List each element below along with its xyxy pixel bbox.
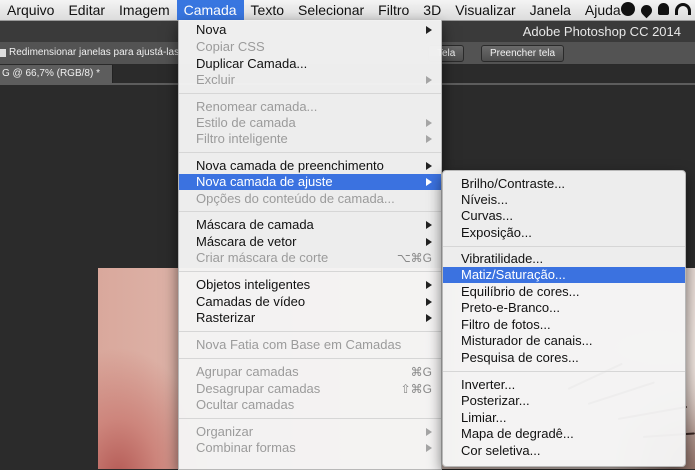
- menu-editar[interactable]: Editar: [61, 0, 112, 20]
- menu-separator: [443, 246, 685, 247]
- menu-separator: [179, 358, 441, 359]
- submenu-arrow-icon: [426, 76, 432, 84]
- menu-item-objetos-inteligentes[interactable]: Objetos inteligentes: [179, 277, 441, 293]
- submenu-item-equilibrio-cores[interactable]: Equilíbrio de cores...: [443, 284, 685, 300]
- menu-bar: Arquivo Editar Imagem Camada Texto Selec…: [0, 0, 695, 21]
- submenu-arrow-icon: [426, 178, 432, 186]
- submenu-item-exposicao[interactable]: Exposição...: [443, 225, 685, 241]
- submenu-item-inverter[interactable]: Inverter...: [443, 377, 685, 393]
- submenu-item-limiar[interactable]: Limiar...: [443, 410, 685, 426]
- shortcut-label: ⌘G: [410, 365, 432, 379]
- menu-item-ocultar-camadas: Ocultar camadas: [196, 397, 295, 412]
- submenu-arrow-icon: [426, 314, 432, 322]
- menu-item-copiar-css: Copiar CSS: [196, 39, 265, 54]
- menu-item-estilo-de-camada: Estilo de camada: [179, 115, 441, 131]
- app-title: Adobe Photoshop CC 2014: [522, 24, 681, 39]
- menu-item-camadas-de-video[interactable]: Camadas de vídeo: [179, 294, 441, 310]
- menu-separator: [179, 331, 441, 332]
- submenu-item-vibratilidade[interactable]: Vibratilidade...: [443, 251, 685, 267]
- menu-filtro[interactable]: Filtro: [371, 0, 416, 20]
- menu-separator: [179, 418, 441, 419]
- menu-separator: [179, 93, 441, 94]
- menu-item-combinar-formas: Combinar formas: [179, 440, 441, 456]
- menu-item-organizar: Organizar: [179, 424, 441, 440]
- submenu-item-curvas[interactable]: Curvas...: [443, 208, 685, 224]
- layer-menu: Nova Copiar CSS Duplicar Camada... Exclu…: [178, 20, 442, 470]
- menu-texto[interactable]: Texto: [244, 0, 291, 20]
- menu-camada[interactable]: Camada: [176, 0, 244, 20]
- menu-item-desagrupar-camadas: Desagrupar camadas ⇧⌘G: [196, 381, 432, 396]
- submenu-arrow-icon: [426, 221, 432, 229]
- menu-item-nova-camada-ajuste[interactable]: Nova camada de ajuste: [179, 174, 441, 190]
- submenu-item-niveis[interactable]: Níveis...: [443, 192, 685, 208]
- submenu-arrow-icon: [426, 162, 432, 170]
- submenu-item-pesquisa-cores[interactable]: Pesquisa de cores...: [443, 350, 685, 366]
- menu-item-duplicar-camada[interactable]: Duplicar Camada...: [179, 56, 441, 72]
- menu-separator: [179, 271, 441, 272]
- menu-item-filtro-inteligente: Filtro inteligente: [179, 131, 441, 147]
- wifi-icon[interactable]: [675, 3, 691, 15]
- menu-item-criar-mascara-corte: Criar máscara de corte ⌥⌘G: [196, 250, 432, 265]
- submenu-item-posterizar[interactable]: Posterizar...: [443, 393, 685, 409]
- adjustment-submenu: Brilho/Contraste... Níveis... Curvas... …: [442, 170, 686, 467]
- submenu-item-mapa-degrade[interactable]: Mapa de degradê...: [443, 426, 685, 442]
- menu-item-agrupar-camadas: Agrupar camadas ⌘G: [196, 364, 432, 379]
- app-round-icon[interactable]: [621, 2, 635, 16]
- submenu-arrow-icon: [426, 26, 432, 34]
- menu-3d[interactable]: 3D: [416, 0, 448, 20]
- submenu-arrow-icon: [426, 119, 432, 127]
- submenu-arrow-icon: [426, 444, 432, 452]
- drop-icon[interactable]: [638, 2, 655, 18]
- bell-icon[interactable]: [658, 3, 669, 15]
- submenu-item-matiz-saturacao[interactable]: Matiz/Saturação...: [443, 267, 685, 283]
- menu-item-opcoes-conteudo: Opções do conteúdo de camada...: [196, 191, 395, 206]
- menu-selecionar[interactable]: Selecionar: [291, 0, 371, 20]
- menu-separator: [179, 211, 441, 212]
- document-tab[interactable]: G @ 66,7% (RGB/8) *: [0, 65, 113, 83]
- menu-item-nova-fatia: Nova Fatia com Base em Camadas: [196, 337, 402, 352]
- menu-janela[interactable]: Janela: [523, 0, 578, 20]
- submenu-item-cor-seletiva[interactable]: Cor seletiva...: [443, 443, 685, 459]
- submenu-item-preto-e-branco[interactable]: Preto-e-Branco...: [443, 300, 685, 316]
- status-icons: [621, 2, 691, 18]
- menu-separator: [179, 152, 441, 153]
- submenu-arrow-icon: [426, 238, 432, 246]
- shortcut-label: ⌥⌘G: [396, 251, 432, 265]
- menu-visualizar[interactable]: Visualizar: [448, 0, 522, 20]
- fill-screen-button[interactable]: Preencher tela: [481, 45, 565, 62]
- submenu-arrow-icon: [426, 428, 432, 436]
- shortcut-label: ⇧⌘G: [400, 382, 432, 396]
- menu-arquivo[interactable]: Arquivo: [0, 0, 61, 20]
- submenu-item-misturador-canais[interactable]: Misturador de canais...: [443, 333, 685, 349]
- menu-imagem[interactable]: Imagem: [112, 0, 177, 20]
- menu-item-mascara-de-camada[interactable]: Máscara de camada: [179, 217, 441, 233]
- submenu-item-brilho-contraste[interactable]: Brilho/Contraste...: [443, 176, 685, 192]
- menu-item-nova-camada-preenchimento[interactable]: Nova camada de preenchimento: [179, 158, 441, 174]
- menu-item-rasterizar[interactable]: Rasterizar: [179, 310, 441, 326]
- submenu-arrow-icon: [426, 135, 432, 143]
- submenu-item-filtro-fotos[interactable]: Filtro de fotos...: [443, 317, 685, 333]
- resize-windows-checkbox[interactable]: [0, 49, 6, 57]
- menu-item-renomear-camada: Renomear camada...: [196, 99, 318, 114]
- menu-separator: [443, 371, 685, 372]
- menu-item-excluir: Excluir: [179, 72, 441, 88]
- submenu-arrow-icon: [426, 298, 432, 306]
- menu-item-nova[interactable]: Nova: [179, 22, 441, 38]
- submenu-arrow-icon: [426, 281, 432, 289]
- menu-item-mascara-de-vetor[interactable]: Máscara de vetor: [179, 234, 441, 250]
- resize-windows-label: Redimensionar janelas para ajustá-las: [9, 47, 180, 58]
